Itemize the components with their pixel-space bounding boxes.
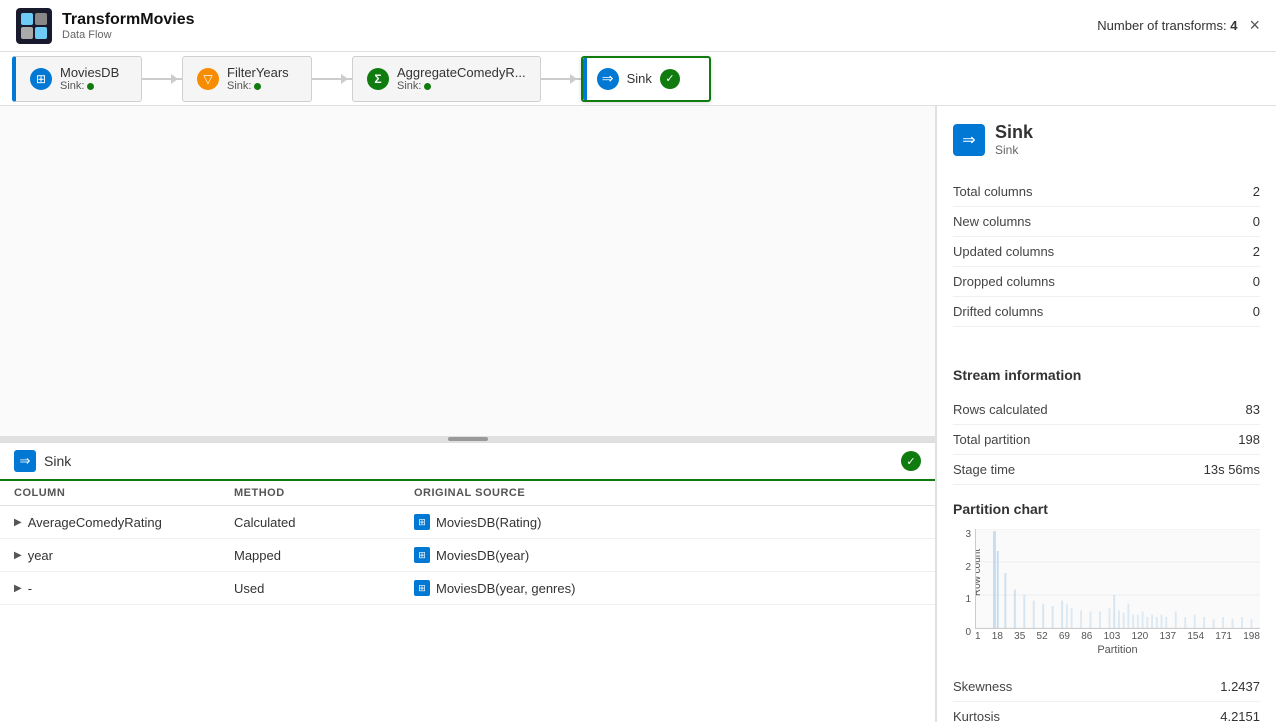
header-left: TransformMovies Data Flow [16, 8, 194, 44]
main: ⇒ Sink ✓ COLUMN METHOD ORIGINAL SOURCE ▶… [0, 106, 1276, 722]
panel-title: Sink [995, 122, 1033, 143]
pipeline-step-aggregate[interactable]: Σ AggregateComedyR... Sink: [352, 56, 541, 102]
right-panel: ⇒ Sink Sink Total columns 2 New columns … [936, 106, 1276, 722]
bottom-panel-title: ⇒ Sink [14, 450, 71, 472]
aggregate-name: AggregateComedyR... [397, 65, 526, 80]
arrow-1 [142, 78, 182, 80]
stat-row-skewness: Skewness 1.2437 [953, 672, 1260, 702]
aggregate-sink: Sink: [397, 80, 526, 92]
filteryears-icon: ▽ [197, 68, 219, 90]
pipeline-step-moviesdb[interactable]: ⊞ MoviesDB Sink: [12, 56, 142, 102]
col-name-3: - [28, 581, 32, 596]
chart-y-label: Row count [975, 549, 983, 596]
bottom-panel-check: ✓ [901, 451, 921, 471]
table-row: ▶ AverageComedyRating Calculated ⊞ Movie… [0, 506, 935, 539]
method-header: METHOD [234, 487, 414, 499]
sink-icon: ⇒ [597, 68, 619, 90]
filteryears-name: FilterYears [227, 65, 289, 80]
stat-row-kurtosis: Kurtosis 4.2151 [953, 702, 1260, 722]
col-source-1: MoviesDB(Rating) [436, 515, 541, 530]
partition-chart-title: Partition chart [953, 501, 1260, 517]
app-icon [16, 8, 52, 44]
stat-row: Rows calculated 83 [953, 395, 1260, 425]
column-stats: Total columns 2 New columns 0 Updated co… [953, 177, 1260, 327]
pipeline-step-filteryears[interactable]: ▽ FilterYears Sink: [182, 56, 312, 102]
stat-row: New columns 0 [953, 207, 1260, 237]
scrollbar-thumb[interactable] [448, 437, 488, 441]
moviesdb-icon: ⊞ [30, 68, 52, 90]
sink-check-badge: ✓ [660, 69, 680, 89]
filteryears-sink: Sink: [227, 80, 289, 92]
col-method-2: Mapped [234, 548, 414, 563]
close-button[interactable]: × [1249, 15, 1260, 36]
table-row: ▶ - Used ⊞ MoviesDB(year, genres) [0, 572, 935, 605]
moviesdb-name: MoviesDB [60, 65, 119, 80]
col-source-3: MoviesDB(year, genres) [436, 581, 575, 596]
stat-row: Total partition 198 [953, 425, 1260, 455]
stream-info-title: Stream information [953, 367, 1260, 383]
bottom-panel: ⇒ Sink ✓ COLUMN METHOD ORIGINAL SOURCE ▶… [0, 442, 935, 722]
column-table: COLUMN METHOD ORIGINAL SOURCE ▶ AverageC… [0, 481, 935, 605]
aggregate-icon: Σ [367, 68, 389, 90]
col-name-1: AverageComedyRating [28, 515, 162, 530]
moviesdb-sink: Sink: [60, 80, 119, 92]
table-row: ▶ year Mapped ⊞ MoviesDB(year) [0, 539, 935, 572]
expand-arrow-2[interactable]: ▶ [14, 550, 22, 561]
column-header: COLUMN [14, 487, 234, 499]
col-method-3: Used [234, 581, 414, 596]
chart-x-axis: 1 18 35 52 69 86 103 120 137 154 171 198 [975, 631, 1260, 642]
pipeline-step-sink[interactable]: ⇒ Sink ✓ [581, 56, 711, 102]
source-header: ORIGINAL SOURCE [414, 487, 921, 499]
panel-subtitle: Sink [995, 143, 1033, 157]
stream-stats: Rows calculated 83 Total partition 198 S… [953, 395, 1260, 485]
app-subtitle: Data Flow [62, 29, 194, 41]
chart-svg [976, 529, 1260, 628]
stat-row: Updated columns 2 [953, 237, 1260, 267]
col-method-1: Calculated [234, 515, 414, 530]
canvas-area: ⇒ Sink ✓ COLUMN METHOD ORIGINAL SOURCE ▶… [0, 106, 936, 722]
active-bar [583, 58, 587, 100]
canvas-top [0, 106, 935, 436]
pipeline: ⊞ MoviesDB Sink: ▽ FilterYears Sink: Σ A… [0, 52, 1276, 106]
header-right: Number of transforms: 4 × [1097, 15, 1260, 36]
skew-stats: Skewness 1.2437 Kurtosis 4.2151 [953, 672, 1260, 722]
stat-row: Stage time 13s 56ms [953, 455, 1260, 485]
src-icon-3: ⊞ [414, 580, 430, 596]
panel-icon: ⇒ [953, 124, 985, 156]
stat-row: Dropped columns 0 [953, 267, 1260, 297]
stat-row: Drifted columns 0 [953, 297, 1260, 327]
chart-x-label: Partition [975, 644, 1260, 656]
table-header: COLUMN METHOD ORIGINAL SOURCE [0, 481, 935, 506]
col-name-2: year [28, 548, 53, 563]
arrow-2 [312, 78, 352, 80]
arrow-3 [541, 78, 581, 80]
src-icon-2: ⊞ [414, 547, 430, 563]
row-col-1: ▶ AverageComedyRating [14, 515, 234, 530]
chart-area: Row count [975, 529, 1260, 629]
row-col-3: ▶ - [14, 581, 234, 596]
chart-y-axis: 3 2 1 0 [953, 529, 971, 656]
expand-arrow-1[interactable]: ▶ [14, 517, 22, 528]
stat-row: Total columns 2 [953, 177, 1260, 207]
app-title: TransformMovies [62, 11, 194, 29]
app-info: TransformMovies Data Flow [62, 11, 194, 41]
transforms-count: Number of transforms: 4 [1097, 18, 1237, 33]
partition-chart: 3 2 1 0 Row count [953, 529, 1260, 656]
bottom-panel-icon: ⇒ [14, 450, 36, 472]
row-col-2: ▶ year [14, 548, 234, 563]
header: TransformMovies Data Flow Number of tran… [0, 0, 1276, 52]
bottom-panel-title-text: Sink [44, 453, 71, 469]
col-source-2: MoviesDB(year) [436, 548, 529, 563]
panel-header: ⇒ Sink Sink [953, 122, 1260, 157]
expand-arrow-3[interactable]: ▶ [14, 583, 22, 594]
sink-name: Sink [627, 71, 652, 86]
src-icon-1: ⊞ [414, 514, 430, 530]
bottom-panel-header: ⇒ Sink ✓ [0, 443, 935, 481]
